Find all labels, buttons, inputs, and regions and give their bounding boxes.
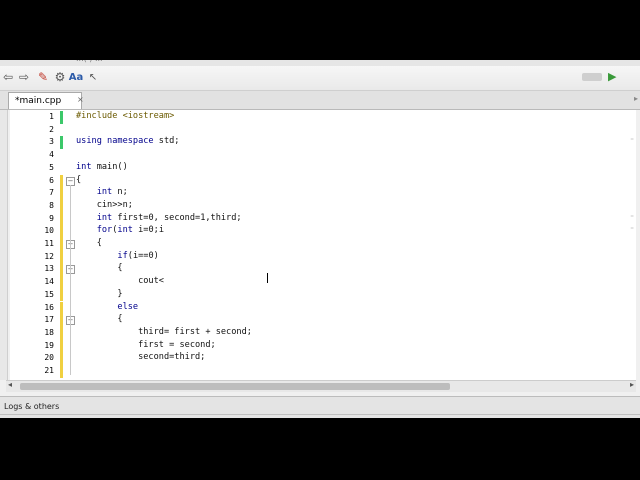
bottom-panel-header: Logs & others [0, 396, 640, 418]
change-marker [60, 199, 63, 213]
code-line[interactable]: else [76, 302, 138, 312]
code-line[interactable]: cin>>n; [76, 200, 133, 210]
line-number: 7 [49, 188, 54, 198]
cursor-icon[interactable]: ↖ [86, 69, 100, 86]
change-marker [60, 238, 63, 251]
line-number: 15 [44, 289, 54, 299]
change-marker [60, 301, 63, 315]
line-number: 20 [44, 353, 54, 363]
line-number: 19 [44, 340, 54, 350]
change-marker [60, 326, 63, 340]
overview-marker: ⁼ [630, 226, 634, 235]
code-line[interactable]: third= first + second; [76, 327, 252, 337]
change-marker [60, 212, 63, 226]
back-arrow-icon[interactable]: ⇦ [2, 69, 14, 86]
code-editor[interactable]: 123456−7891011−1213−14151617−18192021 #i… [10, 110, 636, 380]
panel-divider [0, 414, 640, 415]
code-line[interactable]: int main() [76, 162, 128, 172]
scroll-right-icon[interactable]: ▸ [630, 380, 634, 389]
change-marker [60, 225, 63, 238]
line-number: 17 [44, 315, 54, 325]
gear-icon[interactable]: ⚙ [53, 69, 67, 86]
line-number: 2 [49, 124, 54, 134]
change-marker [60, 250, 63, 264]
change-marker [60, 276, 63, 289]
menu-partial-label: ...(·) ... [76, 60, 103, 63]
toolbar-right-group: ▶ [576, 70, 636, 84]
ide-window: ...(·) ... ⇦ ⇨ ✎ ⚙ Aa ↖ ▶ *main.cpp × ▸ … [0, 60, 640, 418]
line-number: 10 [44, 226, 54, 236]
code-line[interactable]: #include <iostream> [76, 111, 174, 121]
font-icon[interactable]: Aa [68, 69, 84, 86]
line-number-gutter: 123456−7891011−1213−14151617−18192021 [10, 110, 75, 380]
tab-list-icon[interactable]: ▸ [634, 94, 638, 103]
code-line[interactable]: if(i==0) [76, 251, 158, 261]
change-marker [60, 288, 63, 302]
overview-marker: ⁼ [630, 213, 634, 222]
line-number: 13 [44, 264, 54, 274]
tab-main-cpp[interactable]: *main.cpp × [8, 92, 84, 109]
code-line[interactable]: int first=0, second=1,third; [76, 213, 242, 223]
change-marker [60, 314, 63, 327]
line-number: 5 [49, 162, 54, 172]
change-marker [60, 365, 63, 378]
toolbar: ⇦ ⇨ ✎ ⚙ Aa ↖ ▶ [0, 66, 640, 91]
build-target-control[interactable] [582, 73, 602, 81]
line-number: 14 [44, 277, 54, 287]
code-line[interactable]: { [76, 314, 122, 324]
change-marker [60, 174, 63, 188]
scrollbar-thumb[interactable] [20, 383, 450, 390]
change-marker [60, 339, 63, 353]
line-number: 6 [49, 175, 54, 185]
code-line[interactable]: cout< [76, 276, 164, 286]
code-line[interactable]: { [76, 263, 122, 273]
editor-tab-bar: *main.cpp × ▸ [0, 91, 640, 110]
line-number: 3 [49, 137, 54, 147]
code-line[interactable]: { [76, 175, 81, 185]
line-number: 8 [49, 200, 54, 210]
change-marker [60, 136, 63, 150]
fold-guide [70, 184, 71, 375]
horizontal-scrollbar[interactable]: ◂ ▸ [6, 380, 636, 392]
change-marker [60, 187, 63, 200]
change-marker [60, 352, 63, 365]
code-line[interactable]: { [76, 238, 102, 248]
text-caret [267, 273, 268, 284]
line-number: 18 [44, 327, 54, 337]
overview-marker: ⁼ [630, 137, 634, 146]
change-marker [60, 111, 63, 124]
code-line[interactable]: int n; [76, 187, 128, 197]
run-icon[interactable]: ▶ [608, 70, 616, 83]
line-number: 21 [44, 366, 54, 375]
paint-brush-icon[interactable]: ✎ [36, 69, 50, 86]
line-number: 11 [44, 239, 54, 248]
line-number: 16 [44, 302, 54, 312]
line-number: 12 [44, 251, 54, 261]
tab-label: *main.cpp [15, 96, 62, 106]
editor-left-margin [0, 110, 8, 380]
close-icon[interactable]: × [77, 92, 84, 108]
change-marker [60, 263, 63, 277]
code-line[interactable]: second=third; [76, 352, 205, 362]
code-line[interactable]: } [76, 289, 122, 299]
code-line[interactable]: first = second; [76, 340, 216, 350]
code-line[interactable]: using namespace std; [76, 136, 179, 146]
line-number: 1 [49, 112, 54, 121]
code-line[interactable]: for(int i=0;i [76, 225, 164, 235]
logs-panel-label[interactable]: Logs & others [4, 402, 59, 411]
line-number: 9 [49, 213, 54, 223]
forward-arrow-icon[interactable]: ⇨ [18, 69, 30, 86]
line-number: 4 [49, 150, 54, 160]
scroll-left-icon[interactable]: ◂ [8, 380, 12, 389]
